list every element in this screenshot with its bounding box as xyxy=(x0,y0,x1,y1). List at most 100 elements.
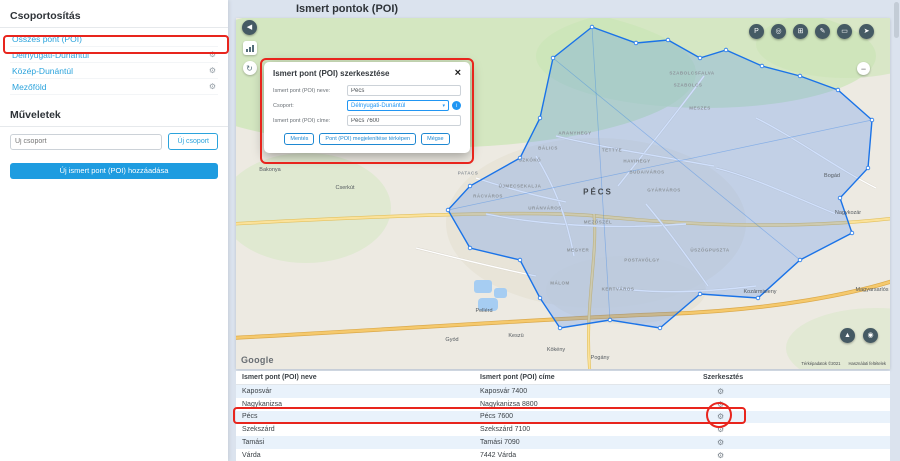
search-button[interactable]: ◎ xyxy=(771,24,786,39)
edit-gear-icon[interactable]: ⚙ xyxy=(717,438,724,447)
group-select-value: Délnyugati-Dunántúl xyxy=(351,103,405,109)
table-row[interactable]: KaposvárKaposvár 7400⚙ xyxy=(236,385,890,398)
map-right-controls: P ◎ ⊞ ✎ ▭ ➤ xyxy=(749,24,874,39)
fit-button[interactable]: ▲ xyxy=(840,328,855,343)
column-header: Ismert pont (POI) címe xyxy=(480,374,695,381)
poi-address-cell: Tamási 7090 xyxy=(480,439,695,446)
column-header: Ismert pont (POI) neve xyxy=(236,374,480,381)
sidebar-item-group[interactable]: Délnyugati-Dunántúl ⚙ xyxy=(10,47,218,63)
show-on-map-button[interactable]: Pont (POI) megjelenítése térképen xyxy=(319,133,416,145)
google-logo: Google xyxy=(241,355,274,365)
edit-gear-icon[interactable]: ⚙ xyxy=(717,412,724,421)
polygon-vertex-handle[interactable] xyxy=(698,56,702,60)
group-info-icon[interactable]: i xyxy=(452,101,461,110)
polygon-vertex-handle[interactable] xyxy=(760,64,764,68)
table-row[interactable]: NagykanizsaNagykanizsa 8800⚙ xyxy=(236,398,890,411)
edit-cell: ⚙ xyxy=(695,425,890,434)
divider xyxy=(0,27,228,28)
lake xyxy=(494,288,507,298)
polygon-vertex-handle[interactable] xyxy=(538,296,542,300)
polygon-vertex-handle[interactable] xyxy=(798,74,802,78)
create-group-button[interactable]: Új csoport xyxy=(168,133,218,150)
polygon-vertex-handle[interactable] xyxy=(698,292,702,296)
polygon-vertex-handle[interactable] xyxy=(468,246,472,250)
save-button[interactable]: Mentés xyxy=(284,133,314,145)
poi-table: Ismert pont (POI) neveIsmert pont (POI) … xyxy=(236,371,890,461)
polygon-vertex-handle[interactable] xyxy=(446,208,450,212)
group-label: Közép-Dunántúl xyxy=(12,66,73,76)
grouping-title: Csoportosítás xyxy=(10,10,218,22)
polygon-vertex-handle[interactable] xyxy=(538,116,542,120)
table-body: KaposvárKaposvár 7400⚙NagykanizsaNagykan… xyxy=(236,385,890,461)
measure-button[interactable]: ▭ xyxy=(837,24,852,39)
polygon-vertex-handle[interactable] xyxy=(590,25,594,29)
sidebar-item-group[interactable]: Közép-Dunántúl ⚙ xyxy=(10,63,218,79)
terms-link[interactable]: Használati feltételek xyxy=(849,361,886,366)
table-header: Ismert pont (POI) neveIsmert pont (POI) … xyxy=(236,371,890,385)
group-select[interactable]: Délnyugati-Dunántúl ▾ xyxy=(347,100,449,111)
navigate-button[interactable]: ➤ xyxy=(859,24,874,39)
group-label: Mezőföld xyxy=(12,82,47,92)
poi-name-cell: Kaposvár xyxy=(236,388,480,395)
polygon-vertex-handle[interactable] xyxy=(838,196,842,200)
polygon-vertex-handle[interactable] xyxy=(724,48,728,52)
operations-title: Műveletek xyxy=(10,109,218,121)
gear-icon[interactable]: ⚙ xyxy=(209,82,216,91)
cancel-button[interactable]: Mégse xyxy=(421,133,450,145)
polygon-vertex-handle[interactable] xyxy=(518,156,522,160)
table-row[interactable]: PécsPécs 7600⚙ xyxy=(236,411,890,424)
polygon-vertex-handle[interactable] xyxy=(608,318,612,322)
table-row[interactable]: Várda7442 Várda⚙ xyxy=(236,449,890,461)
chevron-down-icon: ▾ xyxy=(442,103,445,109)
refresh-icon[interactable]: ↻ xyxy=(243,61,257,75)
polygon-vertex-handle[interactable] xyxy=(634,41,638,45)
polygon-vertex-handle[interactable] xyxy=(666,38,670,42)
add-poi-button[interactable]: Új ismert pont (POI) hozzáadása xyxy=(10,163,218,179)
lake xyxy=(474,280,492,293)
page-title: Ismert pontok (POI) xyxy=(296,3,398,15)
edit-cell: ⚙ xyxy=(695,387,890,396)
poi-name-cell: Nagykanizsa xyxy=(236,401,480,408)
fullscreen-button[interactable]: ⊞ xyxy=(793,24,808,39)
polygon-vertex-handle[interactable] xyxy=(558,326,562,330)
polygon-vertex-handle[interactable] xyxy=(468,184,472,188)
polygon-vertex-handle[interactable] xyxy=(850,231,854,235)
attribution-text: Térképadatok ©2021 xyxy=(801,361,840,366)
poi-address-input[interactable] xyxy=(347,115,461,126)
draw-button[interactable]: ✎ xyxy=(815,24,830,39)
zoom-out-button[interactable]: − xyxy=(857,62,870,75)
new-group-input[interactable] xyxy=(10,134,162,150)
polygon-vertex-handle[interactable] xyxy=(836,88,840,92)
edit-gear-icon[interactable]: ⚙ xyxy=(717,425,724,434)
sidebar: Csoportosítás Összes pont (POI) Délnyugat… xyxy=(0,0,228,461)
poi-name-input[interactable] xyxy=(347,85,461,96)
edit-gear-icon[interactable]: ⚙ xyxy=(717,451,724,460)
polygon-vertex-handle[interactable] xyxy=(798,258,802,262)
scrollbar-thumb[interactable] xyxy=(894,2,899,38)
sidebar-item-group[interactable]: Mezőföld ⚙ xyxy=(10,79,218,95)
edit-gear-icon[interactable]: ⚙ xyxy=(717,400,724,409)
table-row[interactable]: TamásiTamási 7090⚙ xyxy=(236,436,890,449)
polygon-vertex-handle[interactable] xyxy=(866,166,870,170)
chart-bars-icon xyxy=(246,44,254,52)
locate-button[interactable]: ◉ xyxy=(863,328,878,343)
polygon-vertex-handle[interactable] xyxy=(518,258,522,262)
poi-button[interactable]: P xyxy=(749,24,764,39)
polygon-vertex-handle[interactable] xyxy=(756,296,760,300)
map-bottom-controls: ▲◉ xyxy=(840,328,878,343)
back-icon[interactable]: ◀ xyxy=(242,20,257,35)
group-label: Összes pont (POI) xyxy=(12,34,82,44)
map-attribution: Térképadatok ©2021 Használati feltételek xyxy=(801,361,886,366)
table-row[interactable]: SzekszárdSzekszárd 7100⚙ xyxy=(236,423,890,436)
edit-cell: ⚙ xyxy=(695,451,890,460)
sidebar-item-group[interactable]: Összes pont (POI) xyxy=(10,31,218,47)
edit-gear-icon[interactable]: ⚙ xyxy=(717,387,724,396)
chart-icon[interactable] xyxy=(243,41,257,55)
gear-icon[interactable]: ⚙ xyxy=(209,66,216,75)
gear-icon[interactable]: ⚙ xyxy=(209,50,216,59)
polygon-vertex-handle[interactable] xyxy=(658,326,662,330)
group-label: Délnyugati-Dunántúl xyxy=(12,50,89,60)
polygon-vertex-handle[interactable] xyxy=(551,56,555,60)
polygon-vertex-handle[interactable] xyxy=(870,118,874,122)
close-icon[interactable]: × xyxy=(455,69,461,78)
